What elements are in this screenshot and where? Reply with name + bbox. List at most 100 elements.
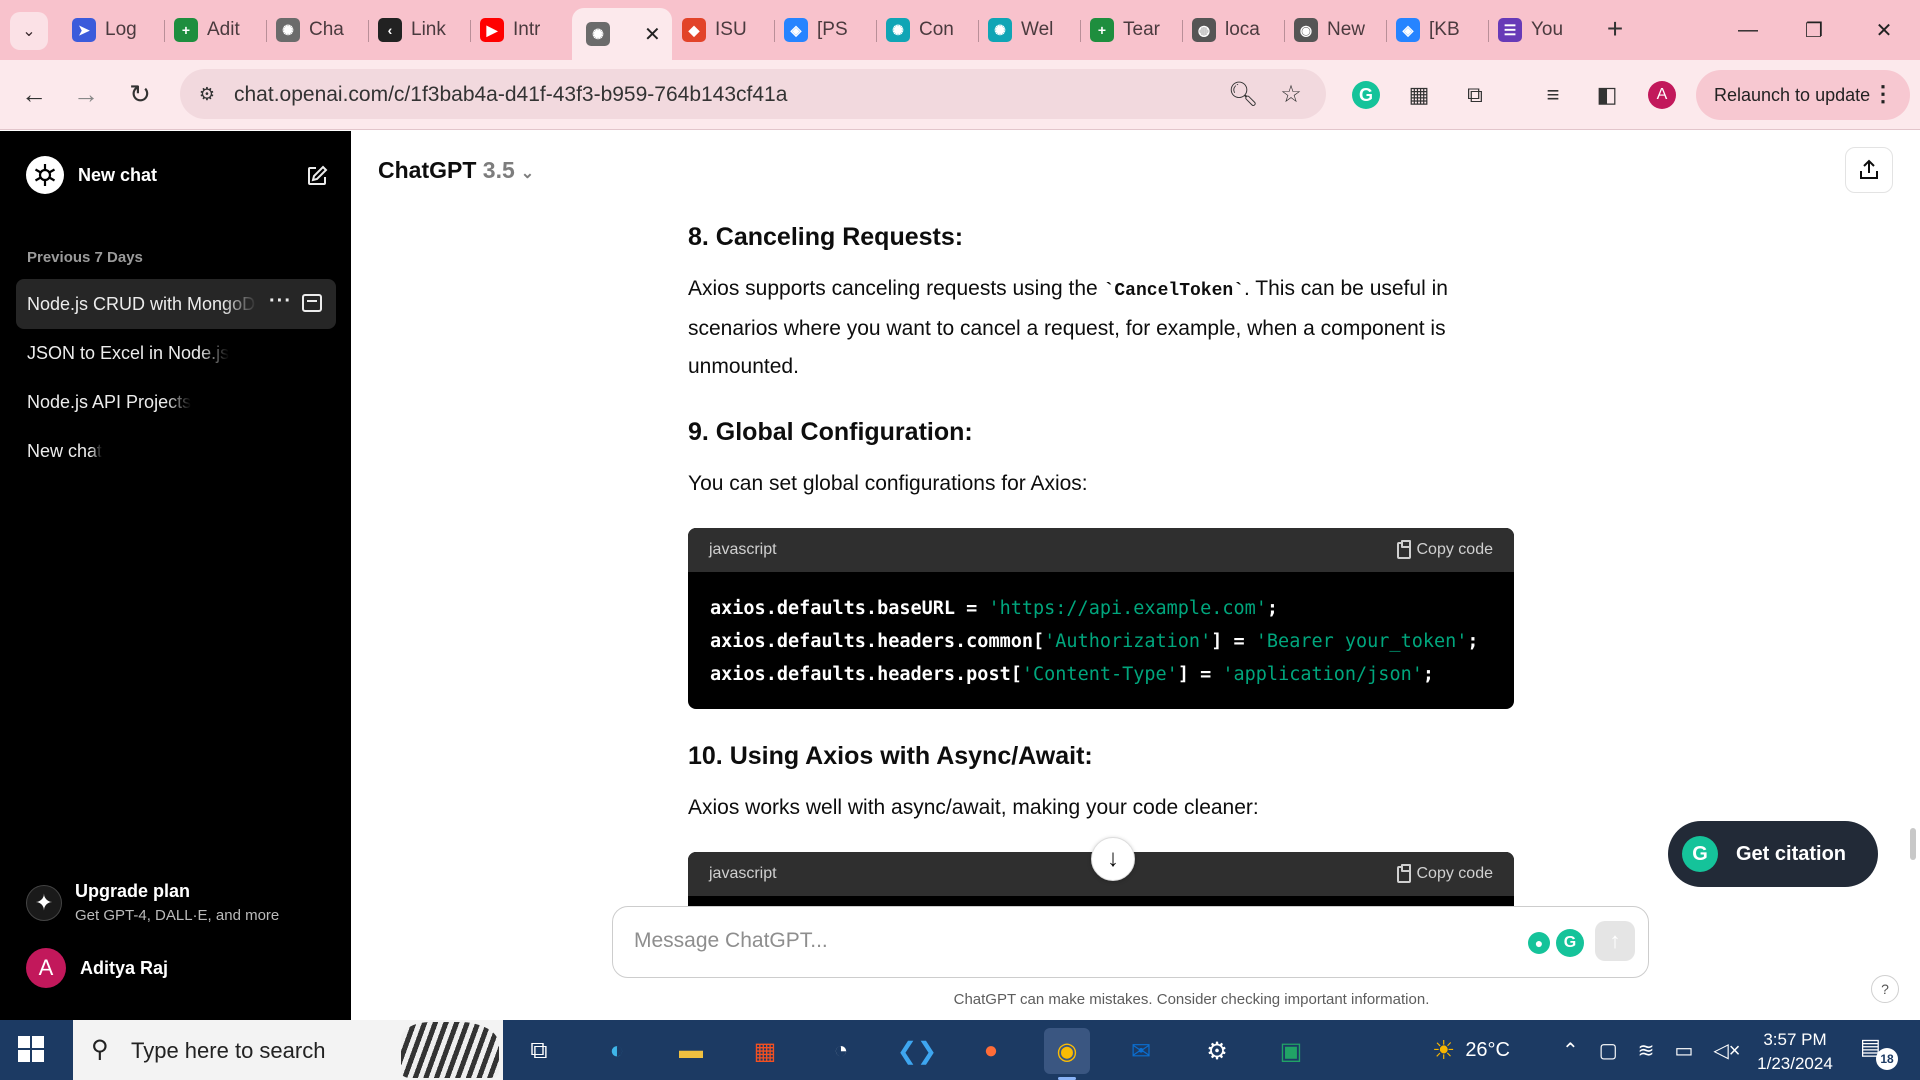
copy-code-button[interactable]: Copy code (1396, 539, 1494, 559)
edge-icon[interactable]: ◐ (594, 1028, 640, 1074)
address-bar[interactable]: ⚙ chat.openai.com/c/1f3bab4a-d41f-43f3-b… (180, 69, 1326, 119)
tab-6[interactable]: ◆ ISU (672, 8, 774, 52)
excel-icon[interactable]: ▣ (1268, 1028, 1314, 1074)
close-tab-icon[interactable]: ✕ (644, 22, 661, 47)
weather-widget[interactable]: ☀ 26°C (1432, 1020, 1510, 1080)
tab-10[interactable]: + Tear (1080, 8, 1182, 52)
meet-now-icon[interactable]: ▢ (1599, 1038, 1618, 1063)
user-menu[interactable]: A Aditya Raj (16, 943, 336, 993)
code-token: axios.defaults.headers.post[ (710, 664, 1022, 685)
text: Axios supports canceling requests using … (688, 277, 1104, 300)
tab-title: ISU (715, 19, 747, 40)
forward-button[interactable]: → (66, 74, 106, 114)
tab-title: [PS (817, 19, 848, 40)
grammarly-extension-icon[interactable]: G (1352, 81, 1380, 109)
extensions-puzzle-icon[interactable]: ⧉ (1458, 78, 1492, 112)
relaunch-label: Relaunch to update (1714, 84, 1871, 105)
upgrade-plan-button[interactable]: ✦ Upgrade plan Get GPT-4, DALL·E, and mo… (16, 877, 336, 937)
code-string: 'Content-Type' (1021, 664, 1178, 685)
tab-12[interactable]: ◉ New (1284, 8, 1386, 52)
clock-app-icon[interactable]: ◔ (818, 1028, 864, 1074)
new-tab-button[interactable]: + (1598, 12, 1632, 46)
relaunch-to-update-button[interactable]: Relaunch to update ⋮ (1696, 70, 1910, 120)
sidebar-item-nodejs-crud[interactable]: Node.js CRUD with MongoDB ··· (16, 279, 336, 329)
tab-1[interactable]: + Adit (164, 8, 266, 52)
grammarly-lightbulb-icon[interactable]: ● (1528, 932, 1550, 954)
chrome-icon[interactable]: ◉ (1044, 1028, 1090, 1080)
help-button[interactable]: ? (1871, 975, 1899, 1003)
tab-2[interactable]: ✺ Cha (266, 8, 368, 52)
tab-title: You (1531, 19, 1564, 40)
tab-4[interactable]: ▶ Intr (470, 8, 572, 52)
copy-label: Copy code (1416, 541, 1494, 558)
speaker-muted-icon[interactable]: ◁× (1713, 1038, 1740, 1063)
sidebar-item-api-projects[interactable]: Node.js API Projects (16, 377, 336, 427)
share-button[interactable] (1845, 147, 1893, 193)
tab-title: Wel (1021, 19, 1054, 40)
site-info-icon[interactable]: ⚙ (192, 79, 222, 109)
sidebar-item-new-chat[interactable]: New chat (16, 426, 336, 476)
minimize-button[interactable]: — (1724, 12, 1772, 48)
archive-icon[interactable] (302, 294, 322, 312)
windows-start-icon[interactable] (18, 1036, 44, 1062)
upgrade-subtitle: Get GPT-4, DALL·E, and more (75, 907, 280, 924)
new-chat-button[interactable]: New chat (16, 153, 336, 197)
outlook-icon[interactable]: ✉ (1118, 1028, 1164, 1074)
media-control-icon[interactable]: ≡ (1536, 78, 1570, 112)
clock[interactable]: 3:57 PM 1/23/2024 (1740, 1028, 1850, 1076)
send-button[interactable]: ↑ (1595, 921, 1635, 961)
tab-11[interactable]: ◍ loca (1182, 8, 1284, 52)
task-view-icon[interactable]: ⧉ (516, 1028, 562, 1074)
tab-3[interactable]: ‹ Link (368, 8, 470, 52)
file-explorer-icon[interactable]: ▬ (668, 1028, 714, 1074)
battery-icon[interactable]: ▭ (1674, 1038, 1693, 1063)
tab-5[interactable]: ✺ ✕ (572, 8, 672, 60)
message-input[interactable]: Message ChatGPT... (634, 929, 828, 953)
sidebar-item-label: JSON to Excel in Node.js (27, 342, 230, 363)
postman-icon[interactable]: ● (968, 1028, 1014, 1074)
copy-code-button[interactable]: Copy code (1396, 863, 1493, 883)
code-header: javascript Copy code (688, 528, 1514, 572)
chevron-up-icon[interactable]: ⌃ (1562, 1038, 1579, 1063)
code-line: axios.defaults.headers.common['Authoriza… (710, 625, 1492, 658)
search-placeholder: Type here to search (131, 1038, 326, 1063)
compose-icon[interactable] (306, 165, 328, 187)
restore-button[interactable]: ❐ (1790, 12, 1838, 48)
tab-search-menu[interactable]: ⌄ (10, 12, 48, 50)
taskbar-search[interactable]: ⚲ Type here to search (73, 1020, 503, 1080)
settings-gear-icon[interactable]: ⚙ (1194, 1028, 1240, 1074)
side-panel-icon[interactable]: ◧ (1590, 78, 1624, 112)
tab-8[interactable]: ✺ Con (876, 8, 978, 52)
message-composer[interactable]: Message ChatGPT... ● G ↑ (612, 906, 1649, 978)
zoom-icon[interactable]: 🔍︎ (1228, 79, 1258, 109)
more-options-icon[interactable]: ··· (269, 290, 292, 313)
notification-center-icon[interactable]: ▤ 18 (1860, 1034, 1898, 1070)
url-text[interactable]: chat.openai.com/c/1f3bab4a-d41f-43f3-b95… (234, 83, 787, 107)
bookmark-star-icon[interactable]: ☆ (1276, 79, 1306, 109)
wifi-icon[interactable]: ≋ (1638, 1038, 1655, 1063)
scrollbar[interactable] (1910, 828, 1916, 860)
back-button[interactable]: ← (14, 74, 54, 114)
reload-button[interactable]: ↻ (120, 74, 160, 114)
tab-7[interactable]: ◈ [PS (774, 8, 876, 52)
get-citation-button[interactable]: G Get citation (1668, 821, 1878, 887)
model-selector[interactable]: ChatGPT 3.5 ⌄ (378, 157, 534, 184)
scroll-to-bottom-button[interactable]: ↓ (1091, 837, 1135, 881)
tab-13[interactable]: ◈ [KB (1386, 8, 1488, 52)
more-menu-icon[interactable]: ⋮ (1872, 81, 1894, 107)
tab-0[interactable]: ➤ Log (62, 8, 164, 52)
code-content: axios.defaults.baseURL = 'https://api.ex… (688, 572, 1514, 709)
extension-icon[interactable]: ▦ (1402, 78, 1436, 112)
vscode-icon[interactable]: ❮❯ (894, 1028, 940, 1074)
grammarly-icon[interactable]: G (1556, 929, 1584, 957)
profile-avatar[interactable]: A (1648, 81, 1676, 109)
close-window-button[interactable]: ✕ (1860, 12, 1908, 48)
code-line: axios.defaults.headers.post['Content-Typ… (710, 658, 1492, 691)
tab-14[interactable]: ☰ You (1488, 8, 1590, 52)
store-icon[interactable]: ▦ (742, 1028, 788, 1074)
inline-code: `CancelToken` (1103, 281, 1245, 301)
code-token: ; (1266, 598, 1279, 619)
tab-9[interactable]: ✺ Wel (978, 8, 1080, 52)
get-citation-label: Get citation (1736, 842, 1847, 865)
sidebar-item-json-excel[interactable]: JSON to Excel in Node.js (16, 328, 336, 378)
